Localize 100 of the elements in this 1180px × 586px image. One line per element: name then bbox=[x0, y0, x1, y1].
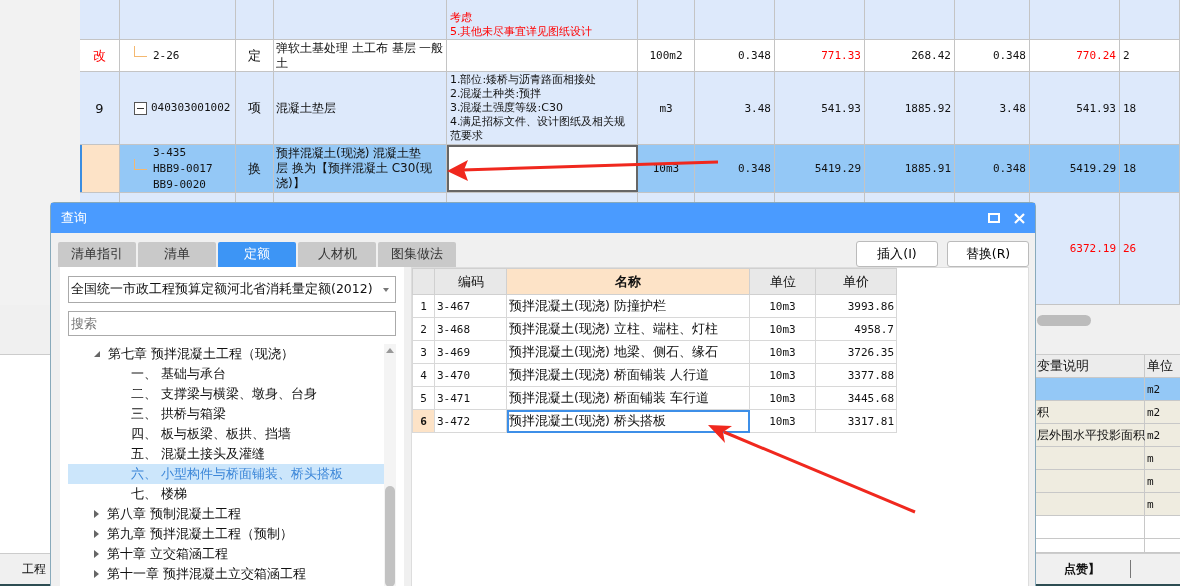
triangle-icon[interactable] bbox=[94, 530, 99, 538]
item-code: 040303001002 bbox=[151, 100, 231, 116]
triangle-icon[interactable] bbox=[94, 510, 99, 518]
tab[interactable]: 清单指引 bbox=[58, 242, 136, 267]
row-number: 1 bbox=[412, 294, 435, 318]
column-header[interactable]: 编码 bbox=[434, 268, 507, 295]
tree-item[interactable]: 第十章 立交箱涵工程 bbox=[68, 544, 384, 564]
action-button[interactable]: 替换(R) bbox=[947, 241, 1029, 267]
table-cell: 100m2 bbox=[649, 49, 683, 62]
table-cell: m bbox=[1147, 451, 1154, 465]
tree-item[interactable]: 三、 拱桥与箱梁 bbox=[68, 404, 384, 424]
table-cell: 3-471 bbox=[434, 386, 507, 410]
tree-item[interactable]: 一、 基础与承台 bbox=[68, 364, 384, 384]
table-cell: 预拌混凝土(现浇) 桥面铺装 车行道 bbox=[506, 386, 750, 410]
table-cell: 层外围水平投影面积 bbox=[1037, 427, 1145, 443]
table-row[interactable]: 改 2-26 定 弹软土基处理 土工布 基层 一般土 100m2 0.348 771.33 268.42 0.348 770.24 2 bbox=[80, 40, 1180, 72]
scrollbar[interactable] bbox=[384, 344, 396, 586]
maximize-icon[interactable] bbox=[988, 213, 1000, 223]
table-cell: m2 bbox=[1147, 382, 1161, 396]
caret-icon bbox=[383, 287, 389, 292]
table-cell: 0.348 bbox=[737, 162, 771, 175]
tree-connector bbox=[134, 46, 147, 57]
table-cell: 6372.19 bbox=[1069, 242, 1116, 255]
triangle-icon[interactable] bbox=[94, 570, 99, 578]
table-cell: 3.48 bbox=[999, 101, 1026, 115]
column-header[interactable]: 单位 bbox=[749, 268, 816, 295]
table-cell: 3-467 bbox=[434, 294, 507, 318]
table-cell: 10m3 bbox=[749, 294, 816, 318]
search-field[interactable]: 搜索 bbox=[68, 311, 396, 336]
table-cell: 10m3 bbox=[749, 317, 816, 341]
table-cell: 3.48 bbox=[744, 101, 771, 115]
item-features: 1.部位:矮桥与沥青路面相接处 2.混凝土种类:预拌 3.混凝土强度等级:C30 4.满足招标文件、设计图纸及相关规范要求 bbox=[450, 73, 627, 143]
table-cell: m2 bbox=[1147, 428, 1161, 442]
table-cell: m3 bbox=[659, 101, 673, 115]
scroll-up-icon[interactable] bbox=[386, 348, 394, 353]
table-cell: 1885.91 bbox=[904, 162, 951, 175]
row-number: 5 bbox=[412, 386, 435, 410]
table-cell: 2 bbox=[1123, 49, 1130, 62]
collapse-toggle-icon[interactable] bbox=[134, 101, 147, 115]
row-number: 4 bbox=[412, 363, 435, 387]
table-row[interactable]: 9 040303001002 项 混凝土垫层 1.部位:矮桥与沥青路面相接处 2.混凝土种类:预拌 3.混凝土强度等级:C30 4.满足招标文件、设计图纸及相关规范要求 m3 3.48 541.93 1885.92 3.48 541.93 18 bbox=[80, 72, 1180, 145]
tree-item[interactable]: 第八章 预制混凝土工程 bbox=[68, 504, 384, 524]
item-code: 3-435 HBB9-0017 BB9-0020 bbox=[153, 145, 213, 192]
table-cell: 10m3 bbox=[749, 386, 816, 410]
table-cell: 5419.29 bbox=[814, 162, 861, 175]
row-number: 3 bbox=[412, 340, 435, 364]
row-number: 6 bbox=[412, 409, 435, 433]
triangle-icon[interactable] bbox=[94, 351, 100, 357]
item-type: 定 bbox=[248, 46, 261, 65]
tab[interactable]: 人材机 bbox=[298, 242, 376, 267]
table-cell: 18 bbox=[1123, 162, 1137, 175]
table-cell: 5419.29 bbox=[1069, 162, 1116, 175]
table-cell: 770.24 bbox=[1076, 49, 1116, 62]
status-text: 点赞】 bbox=[1064, 560, 1100, 578]
tab[interactable]: 图集做法 bbox=[378, 242, 456, 267]
item-code: 2-26 bbox=[153, 47, 180, 64]
table-cell: m bbox=[1147, 474, 1154, 488]
column-header[interactable]: 单价 bbox=[815, 268, 897, 295]
table-cell: 预拌混凝土(现浇) 地梁、侧石、缘石 bbox=[506, 340, 750, 364]
column-header[interactable]: 名称 bbox=[506, 268, 750, 295]
tree-item[interactable]: 四、 板与板梁、板拱、挡墙 bbox=[68, 424, 384, 444]
table-cell: 预拌混凝土(现浇) 桥头搭板 bbox=[506, 409, 750, 433]
item-name: 弹软土基处理 土工布 基层 一般土 bbox=[276, 40, 445, 71]
tree-item[interactable]: 二、 支撑梁与横梁、墩身、台身 bbox=[68, 384, 384, 404]
table-cell: 预拌混凝土(现浇) 桥面铺装 人行道 bbox=[506, 363, 750, 387]
table-cell: 3377.88 bbox=[815, 363, 897, 387]
table-cell: 3-468 bbox=[434, 317, 507, 341]
tree-item[interactable]: 第十一章 预拌混凝土立交箱涵工程 bbox=[68, 564, 384, 584]
tree-item[interactable]: 第七章 预拌混凝土工程（现浇） bbox=[68, 344, 384, 364]
table-cell: 3445.68 bbox=[815, 386, 897, 410]
column-header: 单位 bbox=[1147, 357, 1173, 375]
table-cell: 积 bbox=[1037, 404, 1049, 420]
table-cell: 10m3 bbox=[749, 340, 816, 364]
action-button[interactable]: 插入(I) bbox=[856, 241, 938, 267]
item-type: 项 bbox=[248, 99, 261, 117]
table-cell: 0.348 bbox=[992, 49, 1026, 62]
tab[interactable]: 清单 bbox=[138, 242, 216, 267]
status-text: 工程 bbox=[22, 560, 46, 578]
tree-item[interactable]: 七、 楼梯 bbox=[68, 484, 384, 504]
table-cell: 3-472 bbox=[434, 409, 507, 433]
dialog-title: 查询 bbox=[61, 209, 87, 227]
close-icon[interactable] bbox=[1014, 212, 1025, 224]
table-cell: 541.93 bbox=[1076, 101, 1116, 115]
table-cell: 10m3 bbox=[749, 409, 816, 433]
table-cell: 541.93 bbox=[821, 101, 861, 115]
tree-item[interactable]: 五、 混凝土接头及灌缝 bbox=[68, 444, 384, 464]
table-cell: 771.33 bbox=[821, 49, 861, 62]
tree-item[interactable]: 第九章 预拌混凝土工程（预制） bbox=[68, 524, 384, 544]
item-features: 考虑 5.其他未尽事宜详见图纸设计 bbox=[450, 11, 593, 39]
scrollbar-thumb[interactable] bbox=[1037, 315, 1091, 326]
table-cell: 预拌混凝土(现浇) 立柱、端柱、灯柱 bbox=[506, 317, 750, 341]
column-header: 变量说明 bbox=[1037, 357, 1089, 375]
table-cell: 预拌混凝土(现浇) 防撞护栏 bbox=[506, 294, 750, 318]
table-cell: 268.42 bbox=[911, 49, 951, 62]
triangle-icon[interactable] bbox=[94, 550, 99, 558]
table-cell: 3-469 bbox=[434, 340, 507, 364]
table-cell: m2 bbox=[1147, 405, 1161, 419]
item-name: 预拌混凝土(现浇) 混凝土垫层 换为【预拌混凝土 C30(现浇)】 bbox=[276, 146, 432, 191]
cell-editor[interactable] bbox=[447, 145, 638, 192]
library-dropdown[interactable]: 全国统一市政工程预算定额河北省消耗量定额(2012) bbox=[68, 276, 396, 303]
